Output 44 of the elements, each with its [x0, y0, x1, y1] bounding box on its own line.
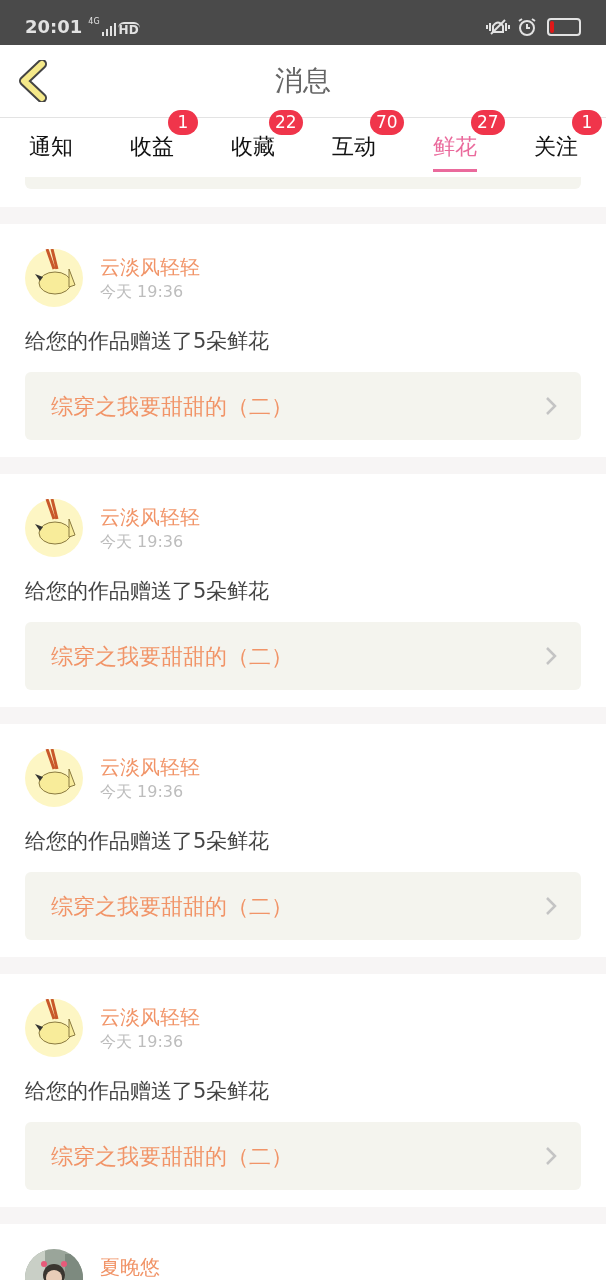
tab[interactable]: 通知 [28, 130, 73, 172]
chevron-right-icon [545, 646, 557, 666]
sender-name[interactable]: 云淡风轻轻 [100, 753, 200, 781]
message-time: 今天 19:36 [100, 781, 185, 803]
count-badge: 27 [471, 110, 505, 135]
avatar-icon [25, 499, 83, 557]
work-link-row[interactable]: 综穿之我要甜甜的（二） [25, 622, 581, 690]
chevron-right-icon [545, 396, 557, 416]
count-badge: 70 [370, 110, 404, 135]
chevron-right-icon [545, 896, 557, 916]
page-title: 消息 [275, 63, 331, 99]
message-text: 给您的作品赠送了5朵鲜花 [25, 578, 271, 605]
work-title: 综穿之我要甜甜的（二） [51, 392, 293, 421]
alarm-icon [517, 16, 537, 37]
count-badge: 22 [269, 110, 303, 135]
sender-name[interactable]: 云淡风轻轻 [100, 1003, 200, 1031]
clock-time: 20:01 [25, 15, 83, 39]
network-type: 4G [88, 17, 100, 26]
vibrate-icon [485, 16, 511, 37]
work-title: 综穿之我要甜甜的（二） [51, 1142, 293, 1171]
battery-icon [547, 17, 581, 36]
avatar-icon [25, 999, 83, 1057]
message-text: 给您的作品赠送了5朵鲜花 [25, 1078, 271, 1105]
back-icon[interactable] [16, 60, 48, 102]
avatar-icon [25, 749, 83, 807]
signal-icon [101, 21, 116, 36]
avatar-icon [25, 249, 83, 307]
work-title: 综穿之我要甜甜的（二） [51, 892, 293, 921]
message-time: 今天 19:36 [100, 281, 185, 303]
work-link-row[interactable]: 综穿之我要甜甜的（二） [25, 872, 581, 940]
message-text: 给您的作品赠送了5朵鲜花 [25, 328, 271, 355]
message-time: 今天 19:36 [100, 531, 185, 553]
chevron-right-icon [545, 1146, 557, 1166]
count-badge: 1 [572, 110, 602, 135]
work-link-row[interactable]: 综穿之我要甜甜的（二） [25, 1122, 581, 1190]
hd-label: HD [117, 21, 140, 36]
sender-name[interactable]: 夏晚悠 [100, 1253, 160, 1280]
sender-name[interactable]: 云淡风轻轻 [100, 503, 200, 531]
work-link-row[interactable]: 综穿之我要甜甜的（二） [25, 372, 581, 440]
message-time: 今天 19:36 [100, 1031, 185, 1053]
count-badge: 1 [168, 110, 198, 135]
work-title: 综穿之我要甜甜的（二） [51, 642, 293, 671]
message-text: 给您的作品赠送了5朵鲜花 [25, 828, 271, 855]
sender-name[interactable]: 云淡风轻轻 [100, 253, 200, 281]
